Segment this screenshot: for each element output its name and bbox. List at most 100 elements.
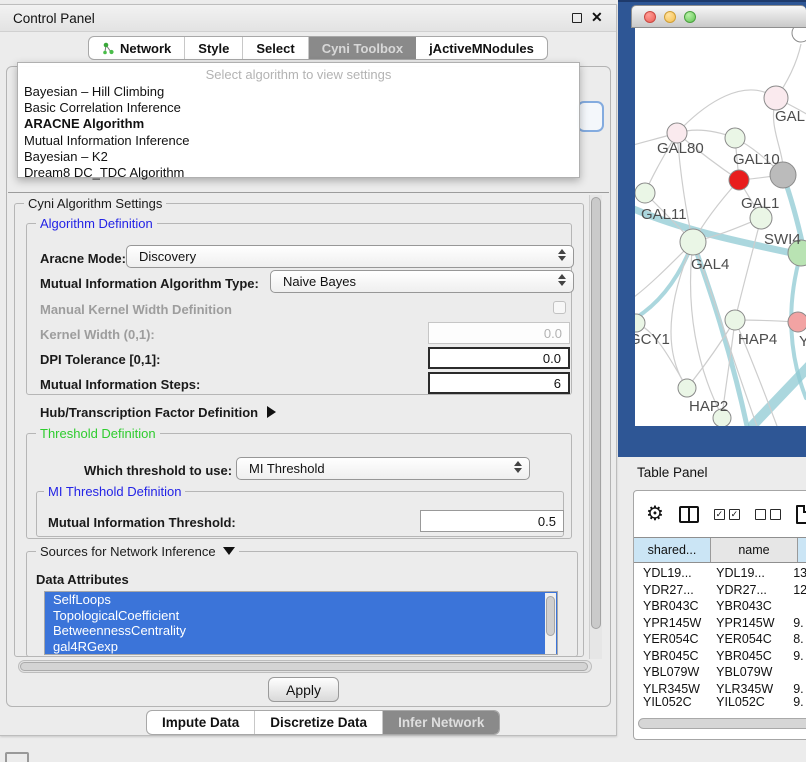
close-traffic-light[interactable]: [644, 11, 656, 23]
cell-shared: YDL19...: [634, 566, 710, 580]
aracne-mode-label: Aracne Mode:: [40, 251, 126, 266]
list-item-gal4rgexp[interactable]: gal4RGexp: [45, 639, 557, 655]
manual-kernel-label: Manual Kernel Width Definition: [40, 302, 232, 317]
tab-select[interactable]: Select: [243, 37, 308, 59]
node-gal11[interactable]: [635, 183, 655, 203]
settings-vertical-scrollbar[interactable]: [589, 195, 602, 659]
tab-cyni-toolbox[interactable]: Cyni Toolbox: [309, 37, 416, 59]
tab-network[interactable]: Network: [89, 37, 185, 59]
mi-steps-field[interactable]: 6: [428, 372, 570, 394]
minimized-panel-button[interactable]: [5, 752, 29, 762]
node-hap2[interactable]: [678, 379, 696, 397]
hub-section-label: Hub/Transcription Factor Definition: [40, 405, 258, 420]
settings-horizontal-scrollbar[interactable]: [18, 660, 592, 673]
column-header-partial[interactable]: [798, 538, 806, 562]
table-body: YDL19... YDL19... 13 YDR27... YDR27... 1…: [634, 565, 806, 707]
list-item-topologicalcoefficient[interactable]: TopologicalCoefficient: [45, 608, 557, 624]
mi-threshold-field[interactable]: 0.5: [420, 510, 564, 532]
node-label-gal: GAL: [775, 108, 805, 125]
table-row[interactable]: YER054C YER054C 8.: [634, 631, 806, 648]
list-item-betweennesscentrality[interactable]: BetweennessCentrality: [45, 623, 557, 639]
float-window-icon[interactable]: [572, 13, 582, 23]
table-row[interactable]: YBL079W YBL079W: [634, 664, 806, 681]
data-attributes-list: SelfLoops TopologicalCoefficient Between…: [44, 591, 558, 655]
node-hap4[interactable]: [725, 310, 745, 330]
popup-item-mutual-information[interactable]: Mutual Information Inference: [18, 133, 579, 149]
aracne-mode-select[interactable]: Discovery: [126, 245, 574, 268]
dpi-tolerance-label: DPI Tolerance [0,1]:: [40, 352, 160, 367]
which-threshold-select[interactable]: MI Threshold: [236, 457, 530, 480]
table-row[interactable]: YBR043C YBR043C: [634, 598, 806, 615]
cell-shared: YDR27...: [634, 583, 710, 597]
table-row[interactable]: YDL19... YDL19... 13: [634, 565, 806, 582]
network-canvas[interactable]: GAL GAL80 GAL10 GAL1 GAL11 SWI4 GAL4 GCY…: [635, 28, 806, 426]
close-icon[interactable]: ✕: [591, 9, 603, 26]
split-columns-icon[interactable]: [679, 506, 699, 523]
top-tab-bar: Network Style Select Cyni Toolbox jActiv…: [88, 36, 548, 60]
checked-box-icon: ✓: [714, 509, 725, 520]
export-table-icon[interactable]: [796, 505, 806, 524]
cell-shared: YIL052C: [634, 697, 710, 707]
table-row[interactable]: YIL052C YIL052C 9.: [634, 697, 806, 707]
manual-kernel-checkbox[interactable]: [553, 301, 566, 314]
column-header-name[interactable]: name: [711, 538, 798, 562]
cell-shared: YER054C: [634, 632, 710, 646]
node-label-hap4: HAP4: [738, 331, 777, 348]
kernel-width-field[interactable]: 0.0: [428, 322, 570, 344]
network-window-titlebar[interactable]: [631, 5, 806, 28]
checked-box-icon: ✓: [729, 509, 740, 520]
tab-impute-data[interactable]: Impute Data: [147, 711, 255, 734]
minimize-traffic-light[interactable]: [664, 11, 676, 23]
table-row[interactable]: YBR045C YBR045C 9.: [634, 648, 806, 665]
node-y-partial[interactable]: [788, 312, 806, 332]
node-unlabeled-top[interactable]: [792, 28, 806, 42]
tab-infer-network[interactable]: Infer Network: [383, 711, 499, 734]
node-gal4[interactable]: [680, 229, 706, 255]
tab-jactivemnodules[interactable]: jActiveMNodules: [416, 37, 547, 59]
node-gal-partial[interactable]: [764, 86, 788, 110]
node-gcy1[interactable]: [635, 314, 645, 332]
panel-title: Control Panel: [13, 11, 95, 26]
popup-item-bayesian-k2[interactable]: Bayesian – K2: [18, 149, 579, 165]
table-row[interactable]: YPR145W YPR145W 9.: [634, 615, 806, 632]
popup-item-aracne[interactable]: ARACNE Algorithm: [18, 116, 579, 132]
tab-style[interactable]: Style: [185, 37, 243, 59]
table-horizontal-scrollbar[interactable]: [638, 718, 806, 729]
node-label-hap2: HAP2: [689, 398, 728, 415]
popup-item-dream8[interactable]: Dream8 DC_TDC Algorithm: [18, 165, 579, 181]
cell-shared: YBR043C: [634, 599, 710, 613]
column-header-shared[interactable]: shared...: [634, 538, 711, 562]
algorithm-combobox-partial[interactable]: [577, 101, 604, 132]
cell-value: 8.: [791, 632, 806, 646]
sources-title[interactable]: Sources for Network Inference: [36, 544, 239, 559]
popup-item-bayesian-hill-climbing[interactable]: Bayesian – Hill Climbing: [18, 84, 579, 100]
hub-section-toggle[interactable]: Hub/Transcription Factor Definition: [40, 405, 276, 420]
stepper-icon: [558, 249, 566, 261]
selected-value: MI Threshold: [249, 461, 325, 476]
list-scrollbar[interactable]: [545, 593, 556, 655]
cell-name: YDR27...: [710, 583, 791, 597]
apply-button[interactable]: Apply: [268, 677, 339, 702]
node-label-gal11: GAL11: [641, 206, 687, 223]
select-all-icon[interactable]: ✓ ✓: [714, 509, 740, 520]
cell-value: 9.: [791, 649, 806, 663]
mi-threshold-label: Mutual Information Threshold:: [48, 515, 236, 530]
popup-item-basic-correlation[interactable]: Basic Correlation Inference: [18, 100, 579, 116]
deselect-all-icon[interactable]: [755, 509, 781, 520]
list-item-selfloops[interactable]: SelfLoops: [45, 592, 557, 608]
cell-name: YBR043C: [710, 599, 791, 613]
cell-name: YBL079W: [710, 665, 791, 679]
tab-discretize-data[interactable]: Discretize Data: [255, 711, 383, 734]
table-row[interactable]: YLR345W YLR345W 9.: [634, 681, 806, 698]
table-row[interactable]: YDR27... YDR27... 12: [634, 582, 806, 599]
node-gal10[interactable]: [725, 128, 745, 148]
table-panel: ⚙ ✓ ✓ shared... name YDL19... YDL19... 1…: [633, 490, 806, 740]
table-panel-title: Table Panel: [637, 465, 708, 480]
dpi-tolerance-field[interactable]: 0.0: [428, 347, 570, 369]
node-red-selected[interactable]: [729, 170, 749, 190]
cell-value: 9.: [791, 682, 806, 696]
zoom-traffic-light[interactable]: [684, 11, 696, 23]
gear-icon[interactable]: ⚙: [646, 504, 664, 524]
cell-value: 13: [791, 566, 806, 580]
mi-type-select[interactable]: Naive Bayes: [270, 270, 574, 293]
